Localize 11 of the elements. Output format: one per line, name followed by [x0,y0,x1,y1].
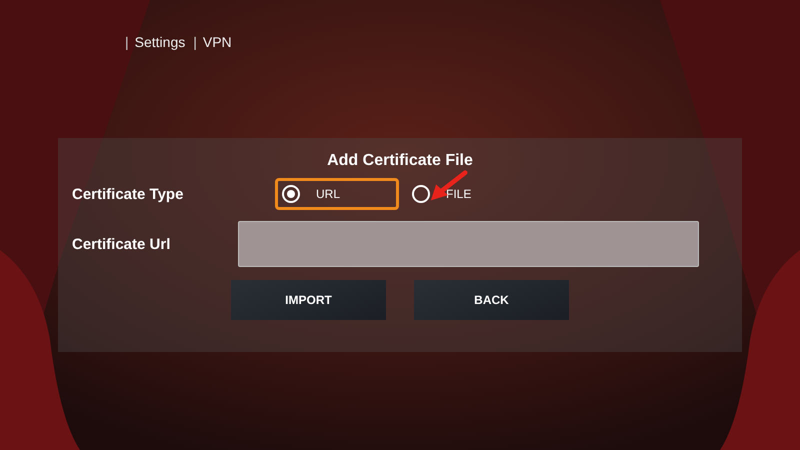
breadcrumb-item[interactable]: VPN [202,34,232,50]
breadcrumb-separator: | [193,34,197,50]
field-label: Certificate Type [72,186,184,202]
url-input-field[interactable] [238,221,699,267]
breadcrumb-item[interactable]: Settings [134,34,186,50]
breadcrumb-separator: | [125,34,129,50]
field-label: Certificate Url [72,236,172,252]
dialog-button[interactable]: BACK [414,280,569,320]
dialog-title: Add Certificate File [326,152,474,170]
dialog-button[interactable]: IMPORT [231,280,386,320]
radio-option[interactable]: URL [275,178,399,210]
